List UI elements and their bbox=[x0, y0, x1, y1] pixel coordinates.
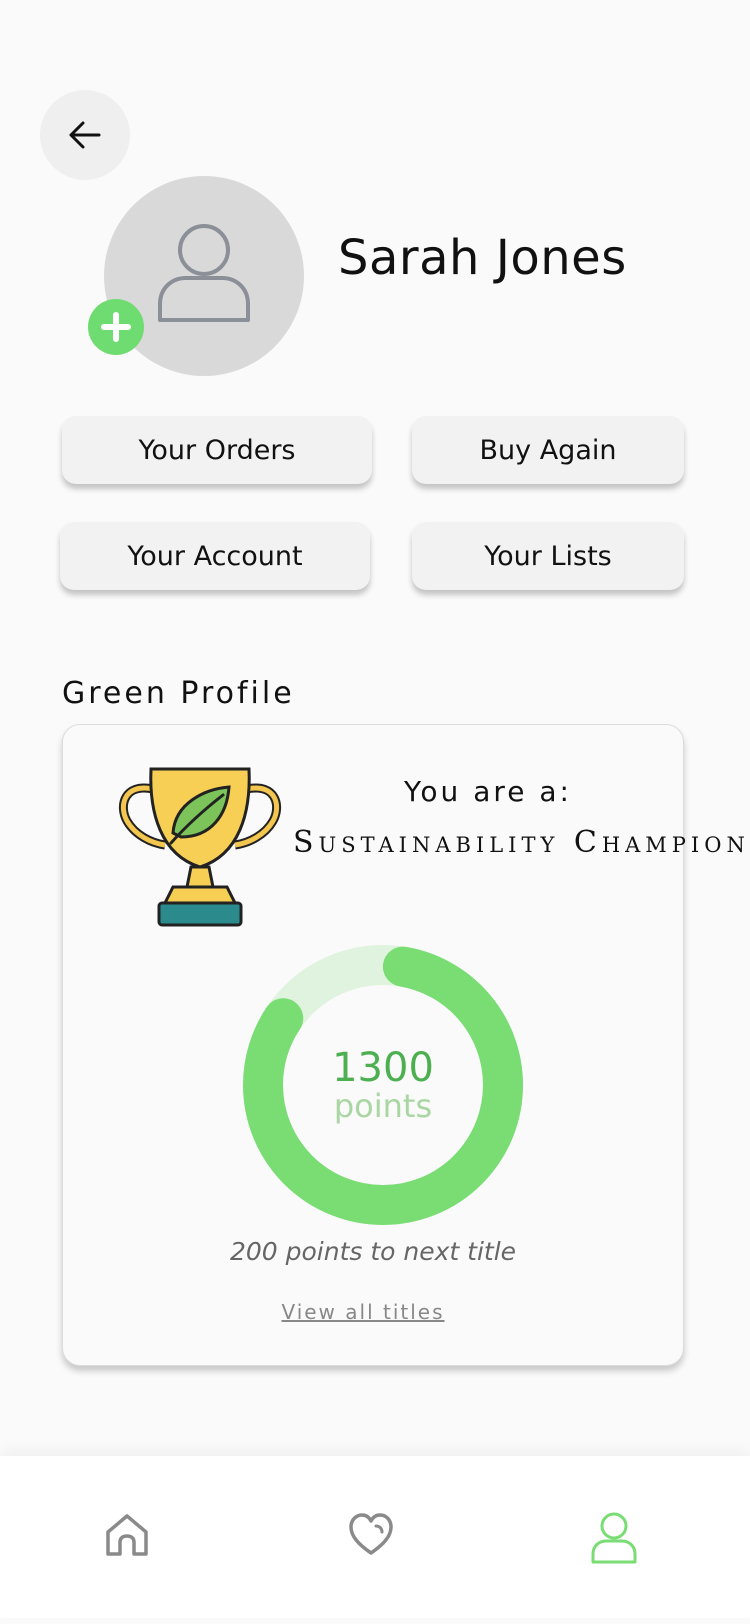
view-all-titles-link[interactable]: View all titles bbox=[63, 1300, 663, 1324]
back-button[interactable] bbox=[40, 90, 130, 180]
profile-icon bbox=[591, 1512, 637, 1564]
arrow-left-icon bbox=[69, 121, 101, 149]
home-icon bbox=[106, 1514, 148, 1556]
your-orders-button[interactable]: Your Orders bbox=[62, 416, 372, 484]
green-profile-card: You are a: Sustainability Champion 1300 … bbox=[62, 724, 750, 1366]
add-photo-button[interactable] bbox=[88, 299, 144, 355]
you-are-label: You are a: bbox=[404, 775, 572, 808]
nav-home[interactable] bbox=[104, 1512, 150, 1562]
user-name: Sarah Jones bbox=[338, 230, 627, 286]
nav-favorites[interactable] bbox=[348, 1512, 394, 1562]
bottom-navigation bbox=[0, 1456, 750, 1618]
next-title-text: 200 points to next title bbox=[229, 1237, 517, 1266]
trophy-leaf-icon bbox=[119, 767, 281, 927]
buy-again-button[interactable]: Buy Again bbox=[412, 416, 684, 484]
points-label: points bbox=[333, 1087, 433, 1125]
plus-icon bbox=[101, 312, 131, 342]
points-value: 1300 bbox=[332, 1045, 434, 1091]
heart-icon bbox=[349, 1513, 393, 1555]
green-profile-heading: Green Profile bbox=[62, 676, 295, 711]
your-lists-button[interactable]: Your Lists bbox=[412, 522, 684, 590]
sustainability-title: Sustainability Champion bbox=[293, 825, 750, 860]
nav-profile[interactable] bbox=[590, 1512, 638, 1568]
user-icon bbox=[158, 224, 250, 322]
your-account-button[interactable]: Your Account bbox=[60, 522, 370, 590]
